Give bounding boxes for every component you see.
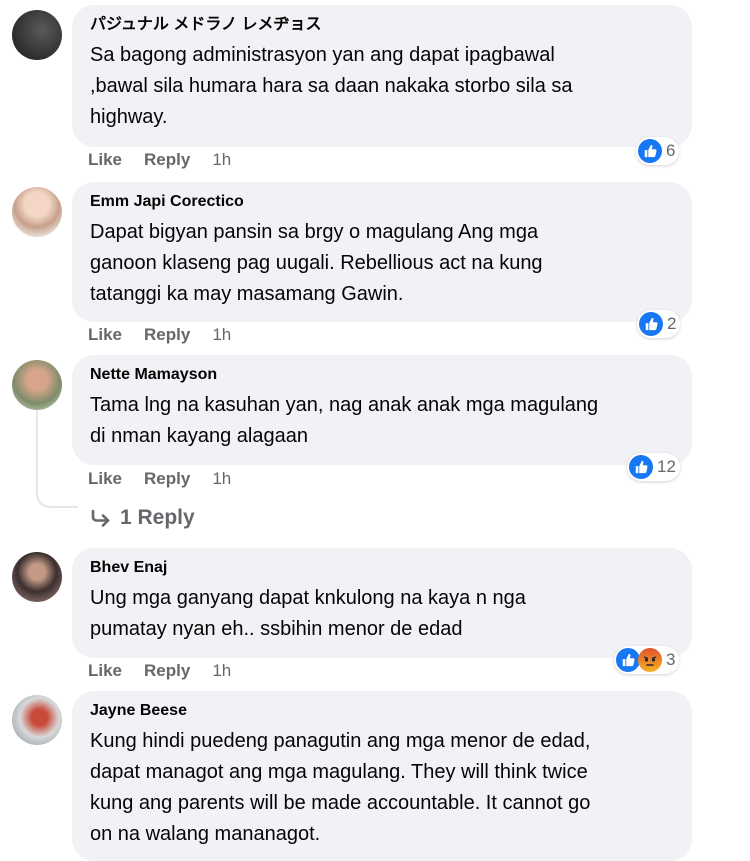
comment-author[interactable]: Emm Japi Corectico xyxy=(90,191,674,213)
reaction-count[interactable]: 3 xyxy=(614,646,680,674)
comment-actions: Like Reply 1h xyxy=(88,469,231,489)
comment-bubble: Jayne Beese Kung hindi puedeng panagutin… xyxy=(72,691,692,861)
like-link[interactable]: Like xyxy=(88,150,122,170)
like-link[interactable]: Like xyxy=(88,469,122,489)
comment-text-line: on na walang mananagot. xyxy=(90,823,321,845)
avatar[interactable] xyxy=(12,695,62,745)
comment-text: Ung mga ganyang dapat knkulong na kaya n… xyxy=(90,583,674,645)
comment-text-line: Tama lng na kasuhan yan, nag anak anak m… xyxy=(90,394,599,416)
angry-reaction-icon xyxy=(638,648,662,672)
comment-text: Sa bagong administrasyon yan ang dapat i… xyxy=(90,40,674,133)
comment-text-line: ganoon klaseng pag uugali. Rebellious ac… xyxy=(90,252,543,274)
comment-timestamp[interactable]: 1h xyxy=(212,150,231,170)
comment-text: Dapat bigyan pansin sa brgy o magulang A… xyxy=(90,217,674,310)
comment-author[interactable]: Jayne Beese xyxy=(90,700,674,722)
comment-text-line: Sa bagong administrasyon yan ang dapat i… xyxy=(90,44,555,66)
comment-text: Kung hindi puedeng panagutin ang mga men… xyxy=(90,726,674,850)
comment-text-line: Dapat bigyan pansin sa brgy o magulang A… xyxy=(90,221,539,243)
reply-link[interactable]: Reply xyxy=(144,469,190,489)
comment-text-line: Kung hindi puedeng panagutin ang mga men… xyxy=(90,730,591,752)
comment-author[interactable]: Bhev Enaj xyxy=(90,557,674,579)
comment-bubble: Bhev Enaj Ung mga ganyang dapat knkulong… xyxy=(72,548,692,658)
reaction-count-value: 2 xyxy=(667,314,677,333)
like-link[interactable]: Like xyxy=(88,661,122,681)
reply-link[interactable]: Reply xyxy=(144,661,190,681)
comment-text-line: dapat managot ang mga magulang. They wil… xyxy=(90,761,588,783)
reply-arrow-icon xyxy=(91,509,110,527)
reaction-count[interactable]: 6 xyxy=(636,137,680,165)
comment-timestamp[interactable]: 1h xyxy=(212,661,231,681)
view-replies-link[interactable]: 1 Reply xyxy=(90,506,195,530)
comment-author[interactable]: パジュナル メドラノ レメヂョス xyxy=(90,14,674,36)
reply-link[interactable]: Reply xyxy=(144,150,190,170)
reply-link[interactable]: Reply xyxy=(144,325,190,345)
reaction-count[interactable]: 2 xyxy=(637,310,681,338)
comment-text: Tama lng na kasuhan yan, nag anak anak m… xyxy=(90,390,674,452)
reaction-count[interactable]: 12 xyxy=(627,453,680,481)
comment-bubble: パジュナル メドラノ レメヂョス Sa bagong administrasyo… xyxy=(72,5,692,147)
like-reaction-icon xyxy=(629,455,653,479)
reaction-count-value: 6 xyxy=(666,141,676,160)
comment-actions: Like Reply 1h xyxy=(88,661,231,681)
like-reaction-icon xyxy=(638,139,662,163)
like-reaction-icon xyxy=(616,648,640,672)
like-link[interactable]: Like xyxy=(88,325,122,345)
comment-text-line: ,bawal sila humara hara sa daan nakaka s… xyxy=(90,75,573,97)
comment-author[interactable]: Nette Mamayson xyxy=(90,364,674,386)
avatar[interactable] xyxy=(12,360,62,410)
comment-timestamp[interactable]: 1h xyxy=(212,469,231,489)
view-replies-label: 1 Reply xyxy=(120,506,195,529)
avatar[interactable] xyxy=(12,10,62,60)
comment-text-line: tatanggi ka may masamang Gawin. xyxy=(90,283,404,305)
comment-actions: Like Reply 1h xyxy=(88,325,231,345)
comment-actions: Like Reply 1h xyxy=(88,150,231,170)
comment-bubble: Nette Mamayson Tama lng na kasuhan yan, … xyxy=(72,355,692,465)
comment-timestamp[interactable]: 1h xyxy=(212,325,231,345)
comment-text-line: kung ang parents will be made accountabl… xyxy=(90,792,591,814)
avatar[interactable] xyxy=(12,552,62,602)
comment-text-line: highway. xyxy=(90,106,168,128)
comment-bubble: Emm Japi Corectico Dapat bigyan pansin s… xyxy=(72,182,692,322)
reaction-count-value: 3 xyxy=(666,650,676,669)
avatar[interactable] xyxy=(12,187,62,237)
comment-text-line: di nman kayang alagaan xyxy=(90,425,308,447)
comment-text-line: Ung mga ganyang dapat knkulong na kaya n… xyxy=(90,587,526,609)
reaction-count-value: 12 xyxy=(657,457,676,476)
like-reaction-icon xyxy=(639,312,663,336)
comment-text-line: pumatay nyan eh.. ssbihin menor de edad xyxy=(90,618,463,640)
